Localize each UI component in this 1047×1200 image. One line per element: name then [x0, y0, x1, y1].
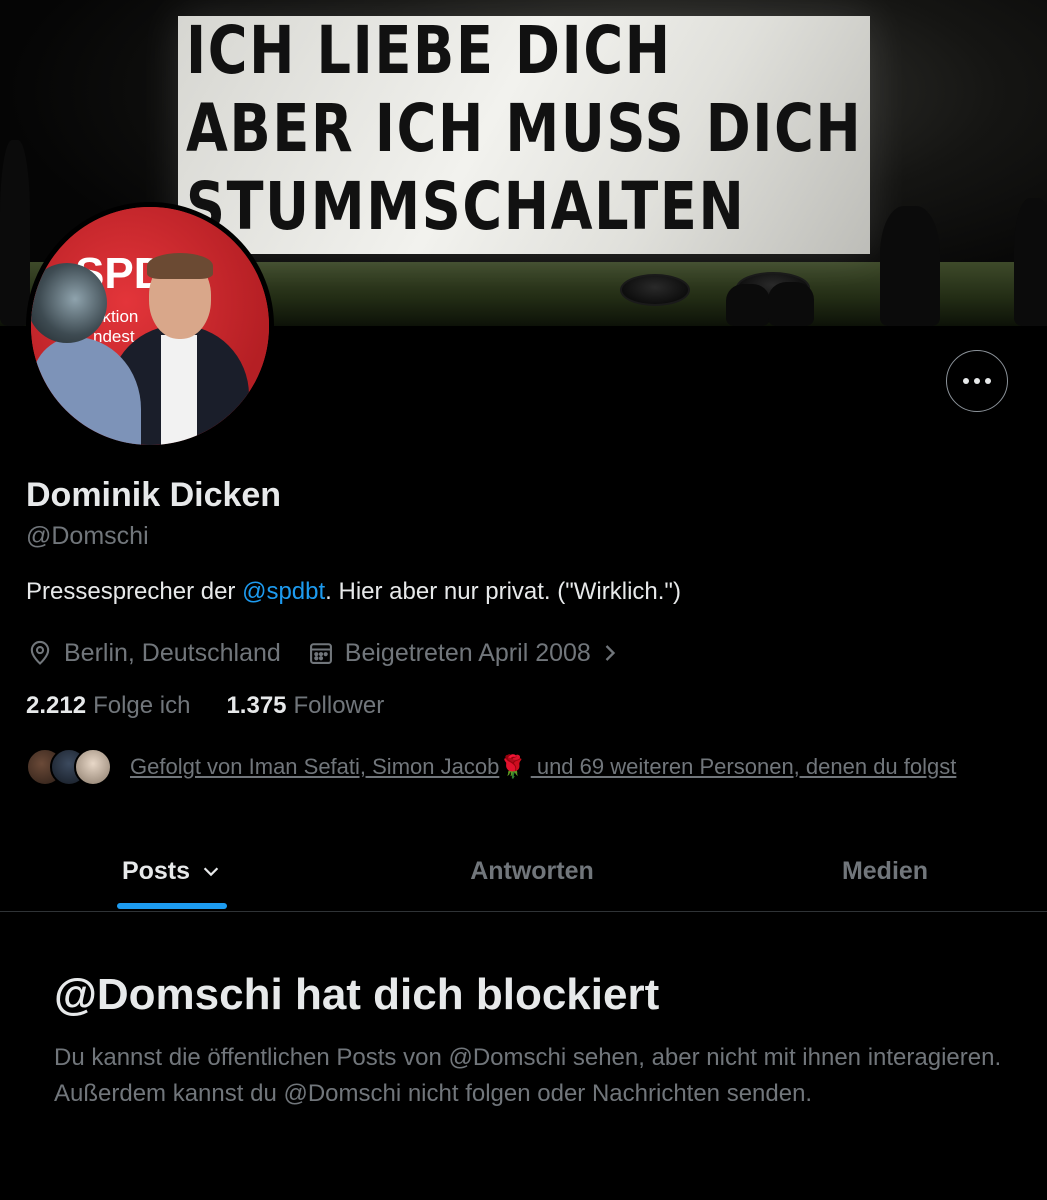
tab-posts-label: Posts [121, 856, 191, 885]
avatar-shirt [161, 335, 197, 445]
followed-by-avatars [26, 746, 112, 788]
profile-handle: @Domschi [26, 522, 149, 550]
joined-text: Beigetreten April 2008 [344, 638, 591, 667]
banner-person [1014, 198, 1047, 326]
followed-by-row[interactable]: Gefolgt von Iman Sefati, Simon Jacob🌹 un… [26, 746, 956, 788]
profile-avatar[interactable]: SPD aktion ndest [26, 202, 274, 450]
profile-name: Dominik Dicken [26, 476, 282, 514]
followers-count-label: Follower [293, 692, 385, 719]
followed-by-names: Gefolgt von Iman Sefati, Simon Jacob [130, 754, 500, 779]
profile-tabs: Posts Antworten Medien [0, 830, 1047, 912]
avatar [74, 748, 112, 786]
banner-line-3: STUMMSCHALTEN [186, 168, 746, 245]
tab-media-label: Medien [841, 856, 929, 885]
tab-replies-label: Antworten [470, 856, 594, 885]
banner-line-1: ICH LIEBE DICH [186, 12, 672, 89]
profile-bio: Pressesprecher der @spdbt. Hier aber nur… [26, 578, 681, 606]
following-count-label: Folge ich [93, 692, 191, 719]
chevron-right-icon [605, 645, 615, 661]
followers-count-link[interactable]: 1.375 Follower [226, 692, 384, 720]
followed-by-more: und 69 weiteren Personen, denen du folgs… [530, 754, 957, 779]
tab-media[interactable]: Medien [800, 830, 970, 912]
banner-person [880, 206, 940, 326]
banner-person [726, 284, 770, 326]
profile-page: ICH LIEBE DICH ABER ICH MUSS DICH STUMMS… [0, 0, 1047, 1200]
joined-item[interactable]: Beigetreten April 2008 [307, 639, 621, 668]
calendar-icon [309, 643, 332, 664]
bio-mention-link[interactable]: @spdbt [242, 578, 325, 605]
more-options-button[interactable] [946, 350, 1008, 412]
followed-by-text[interactable]: Gefolgt von Iman Sefati, Simon Jacob🌹 un… [130, 754, 956, 780]
blocked-description: Du kannst die öffentlichen Posts von @Do… [54, 1044, 1002, 1107]
banner-slogan: ICH LIEBE DICH ABER ICH MUSS DICH STUMMS… [186, 12, 863, 246]
follow-counts: 2.212 Folge ich 1.375 Follower [26, 692, 384, 720]
banner-line-2: ABER ICH MUSS DICH [186, 90, 863, 167]
tab-replies[interactable]: Antworten [432, 830, 632, 912]
more-horizontal-icon [963, 378, 991, 384]
bio-text-after: . Hier aber nur privat. ("Wirklich.") [325, 578, 681, 605]
banner-tire [620, 274, 690, 306]
rose-emoji: 🌹 [499, 754, 527, 779]
bio-text-before: Pressesprecher der [26, 578, 243, 605]
blocked-title: @Domschi hat dich blockiert [54, 970, 660, 1019]
profile-meta: Berlin, Deutschland Beigetreten April 20… [26, 636, 621, 670]
location-item: Berlin, Deutschland [26, 639, 281, 668]
avatar-hair [147, 253, 213, 279]
location-pin-icon [30, 640, 50, 665]
tab-posts[interactable]: Posts [117, 830, 227, 912]
banner-person [0, 140, 30, 326]
banner-person [768, 282, 814, 326]
chevron-down-icon [203, 867, 219, 877]
following-count-value: 2.212 [26, 692, 87, 719]
followers-count-value: 1.375 [226, 692, 287, 719]
avatar-camera [31, 263, 107, 343]
active-tab-indicator [117, 903, 227, 909]
location-text: Berlin, Deutschland [64, 638, 281, 667]
following-count-link[interactable]: 2.212 Folge ich [26, 692, 190, 720]
